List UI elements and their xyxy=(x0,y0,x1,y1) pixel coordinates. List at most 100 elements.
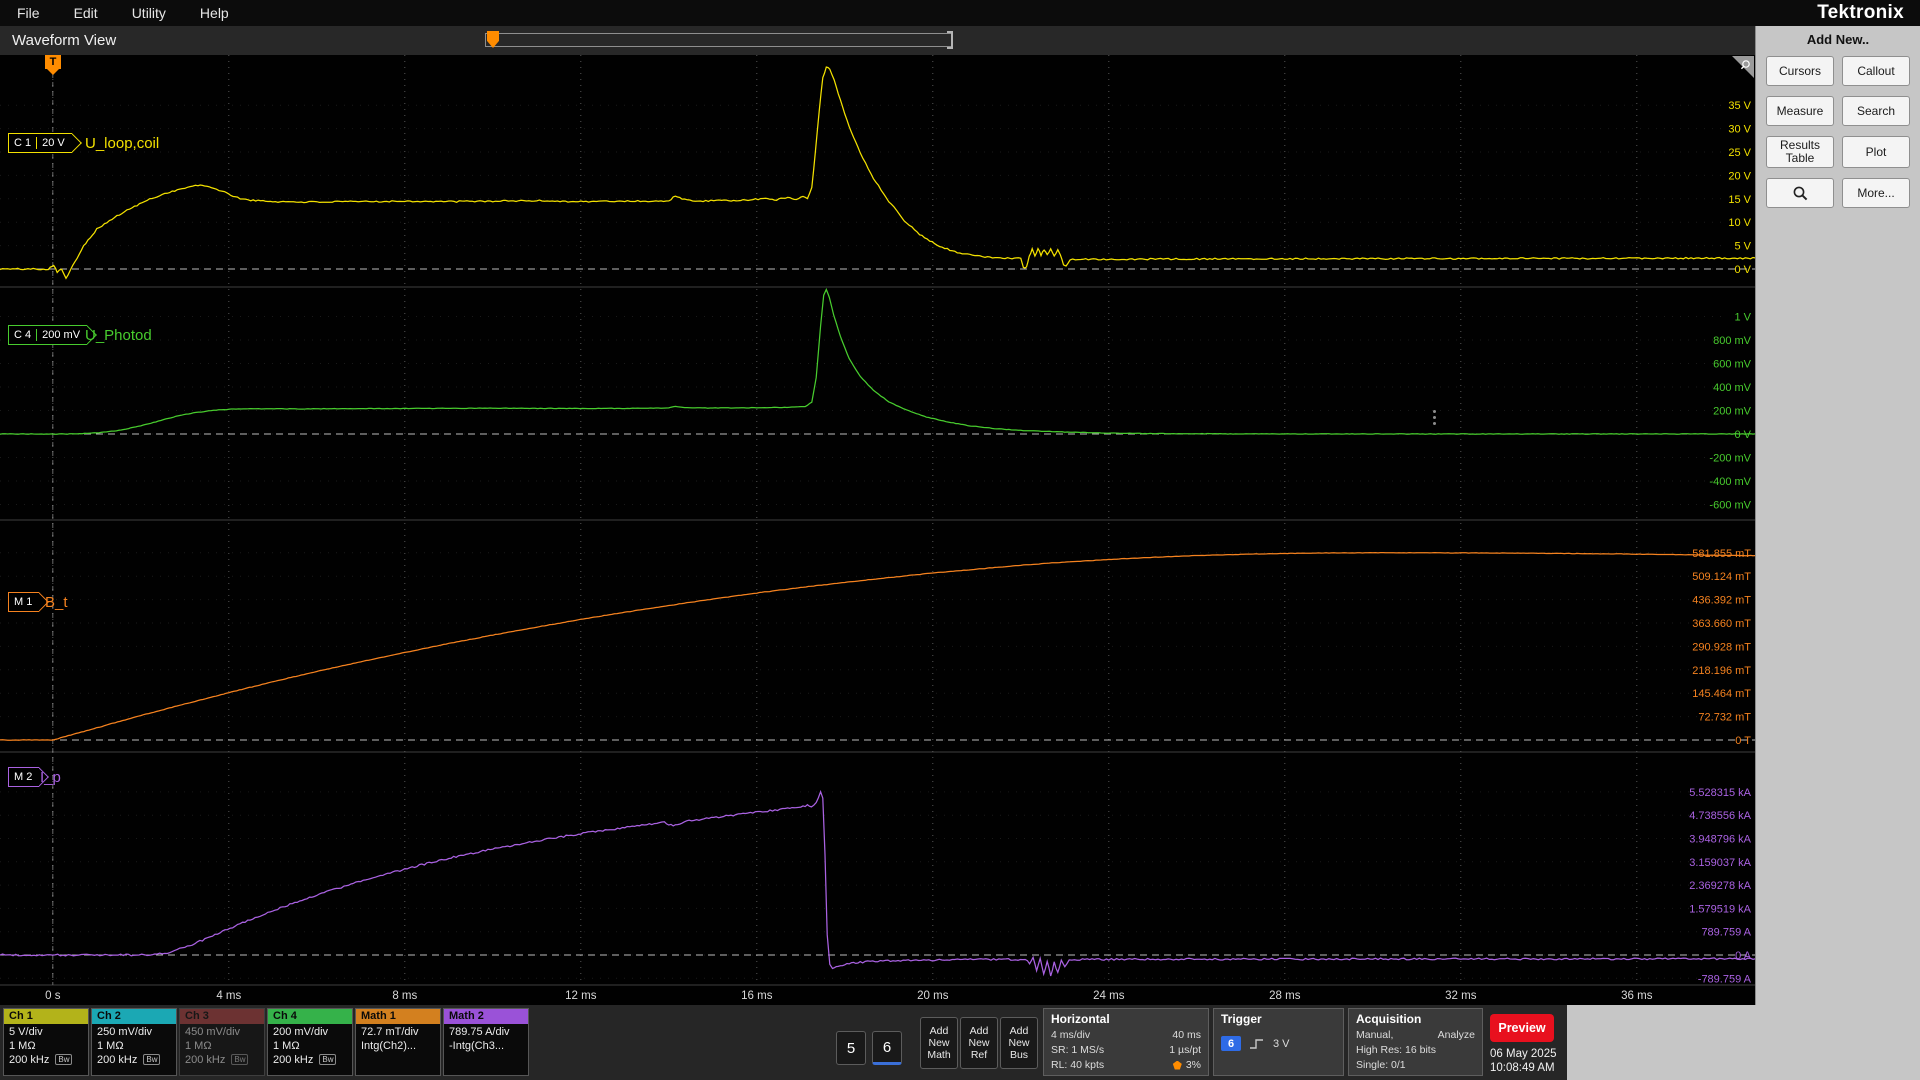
c-4-badge[interactable]: C 4 200 mV xyxy=(8,325,97,345)
horizontal-window: 40 ms xyxy=(1172,1029,1201,1041)
menu-item-edit[interactable]: Edit xyxy=(57,0,115,26)
settings-bar: Horizontal 4 ms/div 40 ms SR: 1 MS/s 1 µs/… xyxy=(0,1005,1920,1080)
preview-button[interactable]: Preview xyxy=(1490,1014,1554,1042)
bandwidth-icon: Bw xyxy=(319,1054,337,1065)
trigger-level: 3 V xyxy=(1273,1037,1290,1050)
graticule-grid xyxy=(0,55,1755,986)
menu-bar: File Edit Utility Help Tektronix xyxy=(0,0,1920,26)
x-axis-label: 12 ms xyxy=(565,990,597,1002)
horizontal-position-icon xyxy=(1172,1060,1182,1070)
scale-label: 20 V xyxy=(1728,170,1751,182)
plot-button[interactable]: Plot xyxy=(1842,136,1910,168)
scale-label: 0 V xyxy=(1734,264,1751,276)
time-label: 10:08:49 AM xyxy=(1490,1062,1555,1074)
x-axis-label: 36 ms xyxy=(1621,990,1653,1002)
trigger-flag[interactable]: T xyxy=(45,55,61,75)
waveform-svg: 0 s 4 ms 8 ms 12 ms 16 ms 20 ms 24 ms 28 ms 32 m… xyxy=(0,55,1755,1002)
scale-label: 600 mV xyxy=(1713,359,1752,371)
ch1-badge[interactable]: Ch 15 V/div 1 MΩ 200 kHz Bw xyxy=(3,1008,89,1076)
trace-u-loop-coil xyxy=(0,66,1755,280)
horizontal-panel[interactable]: Horizontal 4 ms/div 40 ms SR: 1 MS/s 1 µs/… xyxy=(1043,1008,1209,1076)
scale-label: 35 V xyxy=(1728,100,1751,112)
c-1-badge[interactable]: C 1 20 V xyxy=(8,133,82,153)
scale-label: 400 mV xyxy=(1713,382,1752,394)
pan-end-bracket xyxy=(947,31,953,49)
add-new-math-button[interactable]: Add New Math xyxy=(920,1017,958,1069)
acquisition-mode: Manual, xyxy=(1356,1029,1394,1041)
scale-label: 581.855 mT xyxy=(1692,548,1751,560)
expansion-point-marker[interactable] xyxy=(487,31,499,48)
drag-handle[interactable] xyxy=(1433,410,1436,428)
measure-button[interactable]: Measure xyxy=(1766,96,1834,126)
menu-item-file[interactable]: File xyxy=(0,0,57,26)
search-button[interactable]: Search xyxy=(1842,96,1910,126)
acquisition-analyze: Analyze xyxy=(1437,1029,1475,1041)
callout-button[interactable]: Callout xyxy=(1842,56,1910,86)
add-new-ref-button[interactable]: Add New Ref xyxy=(960,1017,998,1069)
bandwidth-icon: Bw xyxy=(231,1054,249,1065)
bandwidth-icon: Bw xyxy=(55,1054,73,1065)
sidebar-add-new: Add New.. Cursors Callout Measure Search Res… xyxy=(1755,26,1920,1080)
waveform-view-header: Waveform View xyxy=(0,26,1755,55)
horizontal-title: Horizontal xyxy=(1051,1012,1110,1026)
scale-label: 25 V xyxy=(1728,147,1751,159)
horizontal-position: 3% xyxy=(1185,1059,1201,1071)
horizontal-pan-bar[interactable] xyxy=(485,31,953,49)
cursors-button[interactable]: Cursors xyxy=(1766,56,1834,86)
trigger-flag-label: T xyxy=(49,56,57,68)
sidebar-button-grid: Cursors Callout Measure Search Results Table… xyxy=(1756,56,1920,208)
scale-label: 15 V xyxy=(1728,194,1751,206)
bandwidth-icon: Bw xyxy=(143,1054,161,1065)
bottom-right-chrome xyxy=(1567,1005,1920,1080)
ch4-badge[interactable]: Ch 4 200 mV/div 1 MΩ 200 kHz Bw xyxy=(267,1008,353,1076)
acquisition-panel[interactable]: Acquisition Manual, Analyze High Res: 16 … xyxy=(1348,1008,1483,1076)
more-button[interactable]: More... xyxy=(1842,178,1910,208)
math2-badge[interactable]: Math 2 789.75 A/div -Intg(Ch3... xyxy=(443,1008,529,1076)
ch3-badge[interactable]: Ch 3 450 mV/div 1 MΩ 200 kHz Bw xyxy=(179,1008,265,1076)
rising-edge-icon xyxy=(1250,1038,1263,1049)
record-length: RL: 40 kpts xyxy=(1051,1059,1105,1071)
channel-6-button[interactable]: 6 xyxy=(872,1031,902,1065)
scale-label: 509.124 mT xyxy=(1692,571,1751,583)
menu-item-help[interactable]: Help xyxy=(183,0,246,26)
magnifier-icon xyxy=(1793,186,1807,200)
scale-label: 218.196 mT xyxy=(1692,665,1751,677)
scale-label: 0 T xyxy=(1735,735,1751,747)
trigger-panel[interactable]: Trigger 6 3 V xyxy=(1213,1008,1344,1076)
scale-label: -600 mV xyxy=(1709,500,1751,512)
results-table-button[interactable]: Results Table xyxy=(1766,136,1834,168)
waveform-display[interactable]: 0 s 4 ms 8 ms 12 ms 16 ms 20 ms 24 ms 28 ms 32 m… xyxy=(0,55,1755,1005)
acquisition-title: Acquisition xyxy=(1356,1012,1422,1026)
trace-i-p xyxy=(0,789,1755,977)
channel-5-button[interactable]: 5 xyxy=(836,1031,866,1065)
acquisition-resolution: High Res: 16 bits xyxy=(1356,1044,1436,1056)
scale-label: 72.732 mT xyxy=(1698,712,1751,724)
acquisition-single: Single: 0/1 xyxy=(1356,1059,1406,1071)
i-p-wave-label: I_p xyxy=(40,769,61,786)
x-axis-label: 20 ms xyxy=(917,990,949,1002)
trigger-source-badge[interactable]: 6 xyxy=(1221,1036,1241,1051)
add-new-bus-button[interactable]: Add New Bus xyxy=(1000,1017,1038,1069)
scale-label: 10 V xyxy=(1728,217,1751,229)
scale-labels: 0 s 4 ms 8 ms 12 ms 16 ms 20 ms 24 ms 28 ms 32 m… xyxy=(45,100,1752,1002)
x-axis-label: 4 ms xyxy=(216,990,241,1002)
date-label: 06 May 2025 xyxy=(1490,1048,1557,1060)
horizontal-scale: 4 ms/div xyxy=(1051,1029,1091,1041)
menu-item-utility[interactable]: Utility xyxy=(115,0,183,26)
scale-label: 789.759 A xyxy=(1701,927,1751,939)
b-t-wave-label: B_t xyxy=(45,594,68,611)
ch2-badge[interactable]: Ch 2 250 mV/div 1 MΩ 200 kHz Bw xyxy=(91,1008,177,1076)
zoom-button[interactable] xyxy=(1766,178,1834,208)
scale-label: 0 V xyxy=(1734,429,1751,441)
trigger-title: Trigger xyxy=(1221,1012,1262,1026)
scale-label: 1.579519 kA xyxy=(1689,903,1751,915)
tektronix-logo: Tektronix xyxy=(1817,2,1904,23)
waveform-view-title: Waveform View xyxy=(12,32,117,49)
zoom-corner-button[interactable] xyxy=(1732,56,1754,83)
math1-badge[interactable]: Math 1 72.7 mT/div Intg(Ch2)... xyxy=(355,1008,441,1076)
menu-items: File Edit Utility Help xyxy=(0,0,246,26)
m-1-badge[interactable]: M 1 xyxy=(8,592,50,612)
u-photod-wave-label: U_Photod xyxy=(85,327,152,344)
scale-label: 4.738556 kA xyxy=(1689,810,1751,822)
scale-label: 3.948796 kA xyxy=(1689,833,1751,845)
